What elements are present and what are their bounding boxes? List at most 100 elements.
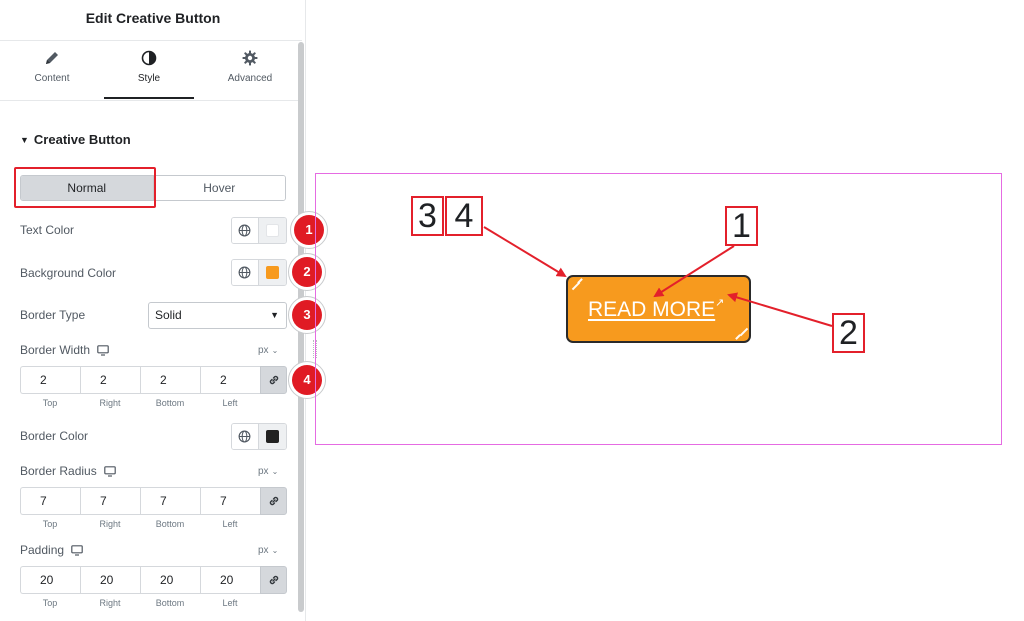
external-link-icon: ↗	[715, 297, 725, 309]
background-color-label: Background Color	[20, 266, 117, 280]
side-label: Bottom	[155, 519, 185, 529]
link-icon	[269, 496, 278, 506]
unit-selector[interactable]: px ⌄	[258, 545, 278, 556]
border-radius-label-text: Border Radius	[20, 464, 97, 478]
border-type-select[interactable]: Solid ▼	[148, 302, 287, 329]
border-width-side-labels: Top Right Bottom Left	[20, 398, 260, 408]
border-width-label: Border Width	[20, 343, 109, 359]
border-radius-label: Border Radius	[20, 464, 116, 480]
side-label: Bottom	[155, 598, 185, 608]
divider	[0, 100, 298, 101]
side-label: Right	[99, 519, 121, 529]
padding-right-input[interactable]: 20	[80, 566, 140, 594]
unit-selector[interactable]: px ⌄	[258, 345, 278, 356]
tab-content[interactable]: Content	[7, 50, 97, 98]
callout-4: 4	[445, 196, 483, 236]
globe-icon	[238, 224, 251, 237]
border-width-inputs: 2 2 2 2	[20, 366, 287, 394]
pencil-icon	[7, 50, 97, 70]
global-colors-button[interactable]	[232, 424, 259, 449]
desktop-icon[interactable]	[71, 545, 83, 559]
border-width-top-input[interactable]: 2	[20, 366, 80, 394]
border-radius-left-input[interactable]: 7	[200, 487, 260, 515]
border-width-right-input[interactable]: 2	[80, 366, 140, 394]
border-radius-side-labels: Top Right Bottom Left	[20, 519, 260, 529]
section-title: Creative Button	[33, 132, 131, 147]
contrast-icon	[104, 50, 194, 70]
tab-advanced[interactable]: Advanced	[205, 50, 295, 98]
global-colors-button[interactable]	[232, 218, 259, 243]
background-color-swatch-button[interactable]	[258, 260, 286, 285]
border-radius-inputs: 7 7 7 7	[20, 487, 287, 515]
highlight-box	[14, 167, 156, 208]
side-label: Right	[99, 598, 121, 608]
hover-state-button[interactable]: Hover	[153, 176, 285, 200]
caret-down-icon: ▼	[20, 135, 29, 145]
global-colors-button[interactable]	[232, 260, 259, 285]
corner-decoration	[735, 334, 741, 340]
link-values-button[interactable]	[260, 566, 287, 594]
padding-left-input[interactable]: 20	[200, 566, 260, 594]
color-swatch	[265, 266, 279, 279]
globe-icon	[238, 430, 251, 443]
text-color-swatch-button[interactable]	[258, 218, 286, 243]
chevron-down-icon: ⌄	[271, 346, 279, 355]
unit-value: px	[258, 345, 269, 356]
link-values-button[interactable]	[260, 487, 287, 515]
padding-label-text: Padding	[20, 543, 65, 557]
link-values-button[interactable]	[260, 366, 287, 394]
border-color-swatch-button[interactable]	[258, 424, 286, 449]
border-type-label: Border Type	[20, 308, 86, 322]
side-label: Left	[222, 519, 238, 529]
globe-icon	[238, 266, 251, 279]
padding-inputs: 20 20 20 20	[20, 566, 287, 594]
color-swatch	[265, 224, 279, 237]
tab-content-label: Content	[34, 73, 70, 84]
desktop-icon[interactable]	[97, 345, 109, 359]
section-toggle-creative-button[interactable]: ▼ Creative Button	[20, 132, 131, 147]
chevron-down-icon: ⌄	[271, 546, 279, 555]
desktop-icon[interactable]	[103, 466, 116, 480]
side-label: Top	[42, 519, 58, 529]
chevron-down-icon: ⌄	[271, 467, 279, 476]
divider	[0, 40, 302, 41]
side-label: Left	[222, 398, 238, 408]
unit-value: px	[258, 545, 269, 556]
border-color-control	[231, 423, 287, 450]
callout-2: 2	[832, 313, 865, 353]
active-tab-indicator	[104, 97, 194, 99]
padding-side-labels: Top Right Bottom Left	[20, 598, 260, 608]
padding-label: Padding	[20, 543, 83, 559]
padding-bottom-input[interactable]: 20	[140, 566, 200, 594]
border-radius-top-input[interactable]: 7	[20, 487, 80, 515]
background-color-control	[231, 259, 287, 286]
side-label: Bottom	[155, 398, 185, 408]
callout-1: 1	[725, 206, 758, 246]
padding-top-input[interactable]: 20	[20, 566, 80, 594]
color-swatch	[265, 430, 279, 443]
border-width-left-input[interactable]: 2	[200, 366, 260, 394]
side-label: Left	[222, 598, 238, 608]
panel-title: Edit Creative Button	[85, 10, 221, 26]
caret-down-icon: ▼	[270, 310, 279, 320]
tab-style[interactable]: Style	[104, 50, 194, 98]
side-label: Top	[42, 598, 58, 608]
unit-value: px	[258, 466, 269, 477]
text-color-label: Text Color	[20, 223, 75, 237]
border-type-value: Solid	[155, 308, 182, 322]
border-width-label-text: Border Width	[20, 343, 91, 357]
read-more-button[interactable]: READ MORE ↗	[566, 275, 751, 343]
gear-icon	[205, 50, 295, 70]
read-more-label: READ MORE	[588, 298, 716, 321]
tab-style-label: Style	[137, 73, 161, 84]
editor-panel: Edit Creative Button Content Style Advan…	[0, 0, 306, 621]
unit-selector[interactable]: px ⌄	[258, 466, 278, 477]
tab-advanced-label: Advanced	[227, 73, 273, 84]
border-radius-right-input[interactable]: 7	[80, 487, 140, 515]
callout-3: 3	[411, 196, 444, 236]
border-width-bottom-input[interactable]: 2	[140, 366, 200, 394]
border-color-label: Border Color	[20, 429, 89, 443]
text-color-control	[231, 217, 287, 244]
link-icon	[269, 575, 278, 585]
border-radius-bottom-input[interactable]: 7	[140, 487, 200, 515]
